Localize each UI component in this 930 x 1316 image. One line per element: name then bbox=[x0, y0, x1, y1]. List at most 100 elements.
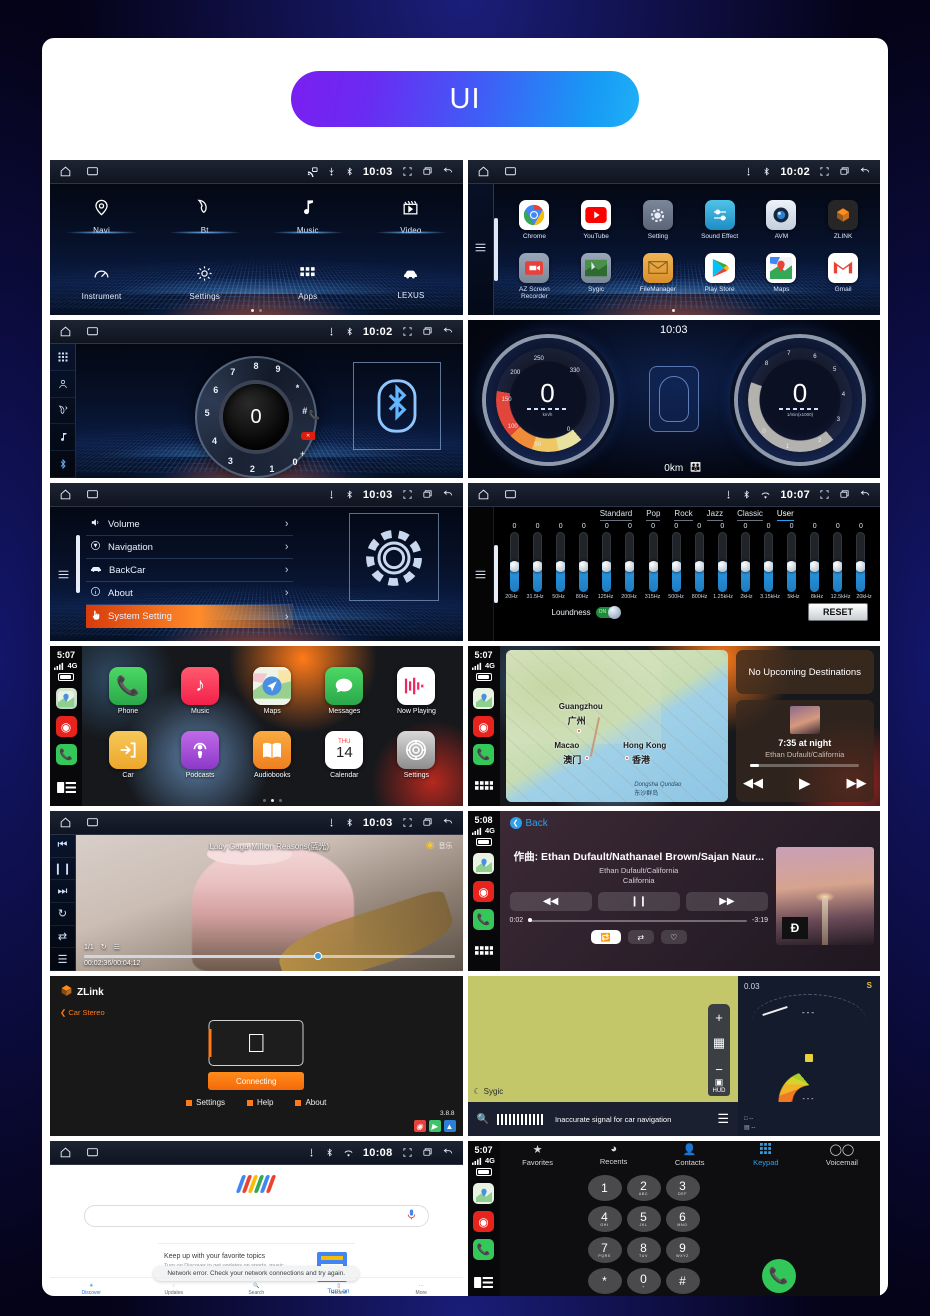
sygic-hud-button[interactable]: ▣ HUD bbox=[708, 1074, 730, 1096]
key-0[interactable]: 0 + bbox=[626, 1268, 661, 1294]
preset-standard[interactable]: Standard bbox=[599, 509, 633, 521]
menu-icon[interactable] bbox=[474, 241, 487, 259]
back-icon[interactable] bbox=[442, 817, 454, 828]
tab-favorites[interactable]: ★ Favorites bbox=[500, 1143, 576, 1167]
map-view[interactable]: Guangzhou 广州 Hong Kong 香港 Macao 澳门 Dongs… bbox=[505, 650, 728, 802]
app-youtube[interactable]: YouTube bbox=[567, 200, 625, 240]
rail-maps-icon[interactable] bbox=[473, 853, 494, 874]
nav-recent[interactable]: ▯ Recent bbox=[298, 1278, 381, 1296]
shuffle-button[interactable]: ⇄ bbox=[627, 930, 654, 944]
dial-key-1[interactable]: 1 bbox=[269, 464, 274, 474]
video-surface[interactable]: Lady Gaga-Million Reasons(蓝光) ◉ 音乐 1/1 ↻… bbox=[76, 835, 463, 971]
loudness-control[interactable]: Loundness ON bbox=[552, 605, 621, 619]
eq-slider[interactable] bbox=[644, 532, 662, 592]
eq-slider[interactable] bbox=[621, 532, 639, 592]
key-2[interactable]: 2 ABC bbox=[626, 1175, 661, 1201]
recents-icon[interactable] bbox=[422, 166, 433, 177]
nav-updates[interactable]: ◌ Updates bbox=[133, 1278, 216, 1296]
bt-music-icon[interactable] bbox=[50, 424, 75, 452]
carplay-app-calendar[interactable]: THU 14 Calendar bbox=[311, 731, 377, 779]
previous-icon[interactable]: ⏮ bbox=[50, 835, 75, 858]
recents-icon[interactable] bbox=[422, 326, 433, 337]
now-playing-card[interactable]: 7:35 at night Ethan Dufault/California ◀… bbox=[735, 700, 874, 802]
zlink-settings-link[interactable]: Settings bbox=[186, 1098, 225, 1107]
drawer-rail[interactable] bbox=[467, 184, 494, 315]
home-item-lexus[interactable]: LEXUS bbox=[359, 250, 462, 316]
rail-now-playing-icon[interactable] bbox=[56, 777, 77, 798]
settings-gear-tile[interactable] bbox=[348, 513, 439, 601]
back-icon[interactable] bbox=[442, 326, 454, 337]
app-play-store[interactable]: Play Store bbox=[691, 252, 749, 301]
eq-slider[interactable] bbox=[829, 532, 847, 592]
app-maps[interactable]: Maps bbox=[752, 252, 810, 301]
key-1[interactable]: 1 bbox=[587, 1175, 622, 1201]
home-item-navi[interactable]: Navi bbox=[50, 184, 153, 250]
app-gmail[interactable]: Gmail bbox=[814, 252, 872, 301]
key-9[interactable]: 9 WXYZ bbox=[665, 1237, 700, 1263]
contacts-icon[interactable] bbox=[50, 371, 75, 398]
dial-key-9[interactable]: 9 bbox=[275, 364, 280, 374]
eq-slider[interactable] bbox=[575, 532, 593, 592]
rail-phone-icon[interactable]: 📞 bbox=[473, 744, 494, 765]
keypad-icon[interactable] bbox=[50, 344, 75, 371]
plus-button[interactable]: + bbox=[300, 449, 305, 459]
video-progress[interactable] bbox=[84, 952, 455, 960]
settings-item-system-setting[interactable]: System Setting › bbox=[86, 605, 293, 628]
menu-icon[interactable]: ☰ bbox=[717, 1111, 729, 1127]
page-dots[interactable] bbox=[468, 309, 881, 312]
carplay-app-phone[interactable]: 📞 Phone bbox=[95, 666, 161, 715]
screen-icon[interactable] bbox=[86, 1146, 99, 1159]
zlink-help-link[interactable]: Help bbox=[247, 1098, 273, 1107]
dial-key-5[interactable]: 5 bbox=[205, 408, 210, 418]
carplay-app-maps[interactable]: Maps bbox=[239, 666, 305, 715]
eq-slider[interactable] bbox=[736, 532, 754, 592]
tab-recents[interactable]: ◕ Recents bbox=[576, 1143, 652, 1167]
dial-key-0[interactable]: 0 bbox=[293, 457, 298, 467]
home-icon[interactable] bbox=[477, 165, 490, 178]
back-icon[interactable] bbox=[442, 489, 454, 500]
delete-button[interactable]: ✕ bbox=[301, 431, 316, 440]
key-8[interactable]: 8 TUV bbox=[626, 1237, 661, 1263]
carplay-page-dots[interactable] bbox=[82, 799, 463, 802]
rail-maps-icon[interactable] bbox=[55, 688, 77, 709]
nav-discover[interactable]: ✳ Discover bbox=[50, 1278, 133, 1296]
home-icon[interactable] bbox=[59, 325, 72, 338]
screen-icon[interactable] bbox=[86, 165, 99, 178]
tray-nav-icon[interactable]: ▲ bbox=[443, 1120, 456, 1132]
fullscreen-icon[interactable] bbox=[402, 1147, 413, 1158]
sygic-map[interactable] bbox=[467, 976, 738, 1102]
dial-key-3[interactable]: 3 bbox=[228, 456, 233, 466]
preset-jazz[interactable]: Jazz bbox=[706, 509, 724, 521]
app-zlink[interactable]: ZLINK bbox=[814, 200, 872, 240]
screen-icon[interactable] bbox=[86, 816, 99, 829]
preset-user[interactable]: User bbox=[776, 509, 794, 521]
rail-phone-icon[interactable]: 📞 bbox=[55, 744, 77, 765]
eq-slider[interactable] bbox=[713, 532, 731, 592]
eq-slider[interactable] bbox=[667, 532, 685, 592]
playlist-icon[interactable]: ☰ bbox=[114, 943, 120, 951]
eq-slider[interactable] bbox=[783, 532, 801, 592]
rail-app-grid-icon[interactable] bbox=[473, 777, 494, 798]
home-item-apps[interactable]: Apps bbox=[256, 250, 359, 316]
map-layers-icon[interactable]: ▦ bbox=[708, 1030, 730, 1056]
recents-icon[interactable] bbox=[422, 1147, 433, 1158]
dial-key-8[interactable]: 8 bbox=[253, 361, 258, 371]
home-item-music[interactable]: Music bbox=[256, 184, 359, 250]
settings-rail[interactable] bbox=[50, 507, 76, 641]
rewind-button[interactable]: ◀◀ bbox=[509, 892, 592, 911]
app-sound-effect[interactable]: Sound Effect bbox=[691, 200, 749, 240]
fullscreen-icon[interactable] bbox=[819, 489, 830, 500]
settings-item-volume[interactable]: Volume › bbox=[86, 513, 293, 536]
zoom-in-button[interactable]: + bbox=[708, 1004, 730, 1030]
equalizer-handle[interactable] bbox=[493, 544, 498, 604]
zlink-device-tile[interactable]:  bbox=[208, 1020, 304, 1066]
bt-status-tile[interactable] bbox=[352, 362, 441, 450]
home-item-settings[interactable]: Settings bbox=[153, 250, 256, 316]
rail-maps-icon[interactable] bbox=[473, 688, 494, 709]
recents-icon[interactable] bbox=[422, 489, 433, 500]
tray-record-icon[interactable]: ◉ bbox=[413, 1120, 426, 1132]
fullscreen-icon[interactable] bbox=[402, 489, 413, 500]
dial-key-6[interactable]: 6 bbox=[213, 385, 218, 395]
eq-slider[interactable] bbox=[598, 532, 616, 592]
preset-classic[interactable]: Classic bbox=[737, 509, 763, 521]
